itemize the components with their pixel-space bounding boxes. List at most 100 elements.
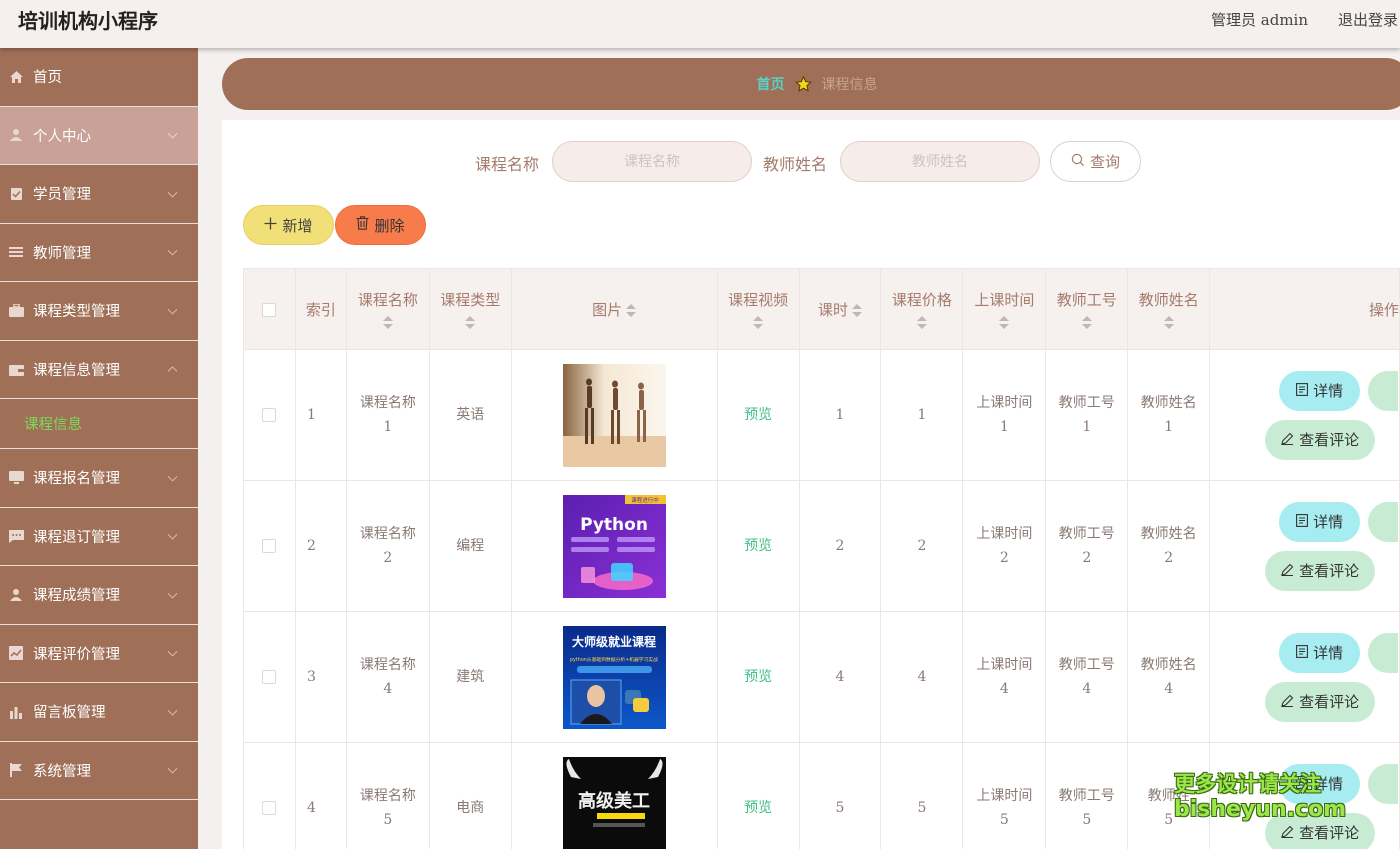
sidebar-item-label: 课程信息管理 bbox=[33, 362, 120, 379]
table-row: 3 课程名称 4 建筑 大师级就业课程 python从基础到数据分析+机器学习实战… bbox=[243, 611, 1400, 743]
sidebar-item-reviews[interactable]: 课程评价管理 bbox=[0, 625, 198, 683]
header-hours[interactable]: 课时 bbox=[798, 268, 882, 350]
teacher-name-search-input[interactable] bbox=[840, 141, 1040, 182]
sidebar-item-course-types[interactable]: 课程类型管理 bbox=[0, 282, 198, 341]
row-checkbox[interactable] bbox=[262, 670, 277, 684]
row-checkbox[interactable] bbox=[262, 408, 277, 422]
header-price[interactable]: 课程价格 bbox=[880, 268, 964, 350]
sidebar-item-system[interactable]: 系统管理 bbox=[0, 742, 198, 800]
chevron-down-icon bbox=[167, 588, 178, 599]
row-checkbox[interactable] bbox=[262, 801, 277, 815]
sidebar-item-enrollment[interactable]: 课程报名管理 bbox=[0, 449, 198, 508]
select-all-checkbox[interactable] bbox=[262, 303, 277, 317]
detail-button[interactable]: 详情 bbox=[1279, 633, 1361, 673]
edit-button[interactable] bbox=[1368, 633, 1399, 673]
row-select[interactable] bbox=[243, 349, 296, 481]
header-teacher-id[interactable]: 教师工号 bbox=[1045, 268, 1129, 350]
monitor-icon bbox=[8, 470, 24, 486]
row-time: 上课时间 4 bbox=[962, 611, 1047, 743]
top-header: 培训机构小程序 管理员 admin 退出登录 bbox=[0, 0, 1400, 48]
app-title: 培训机构小程序 bbox=[18, 9, 158, 33]
row-select[interactable] bbox=[243, 742, 296, 849]
delete-button[interactable]: 删除 bbox=[335, 205, 426, 245]
breadcrumb-home-link[interactable]: 首页 bbox=[757, 74, 785, 94]
video-preview-link[interactable]: 预览 bbox=[744, 407, 772, 423]
query-button[interactable]: 查询 bbox=[1050, 141, 1141, 182]
row-video: 预览 bbox=[716, 742, 800, 849]
header-teacher-name[interactable]: 教师姓名 bbox=[1127, 268, 1211, 350]
view-comments-button[interactable]: 查看评论 bbox=[1265, 551, 1376, 591]
row-teacher-id: 教师工号 2 bbox=[1045, 480, 1129, 612]
header-video[interactable]: 课程视频 bbox=[716, 268, 800, 350]
sort-icon[interactable] bbox=[465, 316, 476, 329]
video-preview-link[interactable]: 预览 bbox=[744, 538, 772, 554]
sidebar-item-label: 留言板管理 bbox=[33, 705, 106, 722]
sidebar-item-course-info[interactable]: 课程信息管理 bbox=[0, 341, 198, 399]
sidebar-item-label: 课程报名管理 bbox=[33, 471, 120, 488]
add-button-label: 新增 bbox=[282, 216, 313, 235]
document-icon bbox=[1296, 379, 1309, 403]
header-image[interactable]: 图片 bbox=[510, 268, 718, 350]
sidebar-item-message-board[interactable]: 留言板管理 bbox=[0, 683, 198, 742]
row-index: 3 bbox=[294, 611, 347, 743]
star-icon bbox=[794, 76, 812, 92]
video-preview-link[interactable]: 预览 bbox=[744, 669, 772, 685]
row-checkbox[interactable] bbox=[262, 539, 277, 553]
sidebar-subitem-course-info[interactable]: 课程信息 bbox=[0, 399, 198, 449]
course-image-master: 大师级就业课程 python从基础到数据分析+机器学习实战 bbox=[562, 625, 666, 729]
row-actions: 详情 查看评论 bbox=[1209, 480, 1400, 612]
sidebar-item-grades[interactable]: 课程成绩管理 bbox=[0, 566, 198, 625]
chevron-down-icon bbox=[167, 646, 178, 657]
row-time: 上课时间 5 bbox=[962, 742, 1047, 849]
row-course-type: 建筑 bbox=[428, 611, 512, 743]
table-header-row: 索引 课程名称 课程类型 图片 课程视频 课时 课程价格 上课时间 教师工号 教… bbox=[243, 268, 1400, 350]
watermark-line-1: 更多设计请关注 bbox=[1174, 772, 1321, 796]
add-button[interactable]: 新增 bbox=[243, 205, 334, 245]
course-name-search-input[interactable] bbox=[552, 141, 752, 182]
header-course-name[interactable]: 课程名称 bbox=[345, 268, 430, 350]
row-course-type: 电商 bbox=[428, 742, 512, 849]
document-icon bbox=[1296, 641, 1309, 665]
row-select[interactable] bbox=[243, 611, 296, 743]
row-actions: 详情 查看评论 bbox=[1209, 611, 1400, 743]
header-course-type[interactable]: 课程类型 bbox=[428, 268, 512, 350]
sidebar-item-label: 首页 bbox=[33, 70, 62, 87]
search-icon bbox=[1071, 153, 1085, 171]
sort-icon[interactable] bbox=[852, 304, 863, 317]
course-image-design: 高级美工 bbox=[562, 756, 666, 849]
sort-icon[interactable] bbox=[382, 316, 393, 329]
row-price: 1 bbox=[880, 349, 964, 481]
chart-icon bbox=[8, 645, 24, 661]
sidebar-item-unsubscribe[interactable]: 课程退订管理 bbox=[0, 508, 198, 566]
sort-icon[interactable] bbox=[1163, 316, 1174, 329]
row-course-type: 英语 bbox=[428, 349, 512, 481]
video-preview-link[interactable]: 预览 bbox=[744, 800, 772, 816]
breadcrumb-current: 课程信息 bbox=[821, 77, 878, 93]
detail-button[interactable]: 详情 bbox=[1279, 371, 1361, 411]
sort-icon[interactable] bbox=[1081, 316, 1092, 329]
edit-button[interactable] bbox=[1368, 371, 1399, 411]
sidebar-item-label: 教师管理 bbox=[33, 245, 91, 262]
course-image-python: 课程进行中 Python bbox=[562, 494, 666, 598]
plus-icon bbox=[264, 216, 277, 234]
sort-icon[interactable] bbox=[999, 316, 1010, 329]
row-select[interactable] bbox=[243, 480, 296, 612]
sort-icon[interactable] bbox=[916, 316, 927, 329]
view-comments-button[interactable]: 查看评论 bbox=[1265, 682, 1376, 722]
sidebar-item-label: 课程成绩管理 bbox=[33, 588, 120, 605]
edit-button[interactable] bbox=[1368, 764, 1399, 804]
view-comments-button[interactable]: 查看评论 bbox=[1265, 420, 1376, 460]
header-select-all[interactable] bbox=[243, 268, 296, 350]
logout-link[interactable]: 退出登录 bbox=[1338, 9, 1398, 30]
sidebar-item-teachers[interactable]: 教师管理 bbox=[0, 224, 198, 282]
edit-button[interactable] bbox=[1368, 502, 1399, 542]
header-time[interactable]: 上课时间 bbox=[962, 268, 1047, 350]
clipboard-icon bbox=[8, 186, 24, 202]
detail-button[interactable]: 详情 bbox=[1279, 502, 1361, 542]
home-icon bbox=[8, 69, 24, 85]
sidebar-item-home[interactable]: 首页 bbox=[0, 48, 198, 107]
list-icon bbox=[8, 244, 24, 260]
sort-icon[interactable] bbox=[626, 304, 637, 317]
sort-icon[interactable] bbox=[753, 316, 764, 329]
row-actions: 详情 查看评论 bbox=[1209, 349, 1400, 481]
